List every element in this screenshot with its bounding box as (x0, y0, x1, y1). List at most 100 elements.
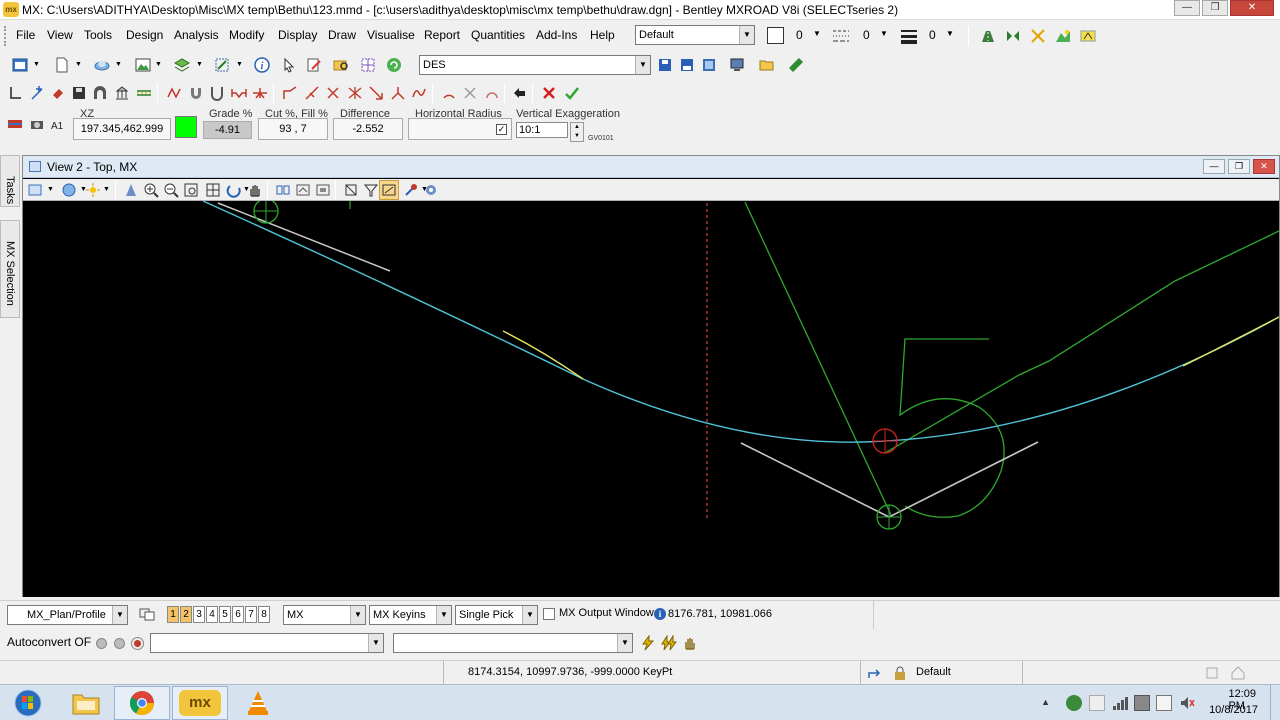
image-icon[interactable] (133, 55, 153, 75)
view-toggle-3[interactable]: 3 (193, 606, 205, 623)
menu-modify[interactable]: Modify (229, 28, 264, 42)
flip-icon[interactable] (1003, 26, 1023, 46)
lighting-icon[interactable] (83, 180, 103, 200)
arc-icon[interactable] (439, 83, 459, 103)
view-toggle-2[interactable]: 2 (180, 606, 192, 623)
view-toggle-7[interactable]: 7 (245, 606, 257, 623)
fit-view-icon[interactable] (203, 180, 223, 200)
add-point-icon[interactable] (27, 83, 47, 103)
magnet-icon[interactable] (186, 83, 206, 103)
chain-icon[interactable] (786, 55, 806, 75)
profile-icon[interactable] (229, 83, 249, 103)
globe-icon[interactable] (92, 55, 112, 75)
undo-icon[interactable] (510, 83, 530, 103)
mx-keyins-combo[interactable]: MX Keyins ▼ (369, 605, 452, 625)
layers-icon[interactable] (172, 55, 192, 75)
menu-file[interactable]: File (16, 28, 35, 42)
u-shape-icon[interactable] (207, 83, 227, 103)
search-folder-icon[interactable] (331, 55, 351, 75)
rotate-view-icon[interactable] (224, 180, 244, 200)
arrow-tool-icon[interactable] (302, 83, 322, 103)
task-combo[interactable]: MX_Plan/Profile ▼ (7, 605, 128, 625)
keyin-combo[interactable]: ▼ (150, 633, 384, 653)
battery-icon[interactable] (1134, 695, 1150, 711)
lock-icon[interactable] (890, 663, 910, 683)
color-swatch[interactable] (767, 27, 784, 44)
chevron-down-icon[interactable]: ▼ (47, 186, 54, 193)
gray-status-icon[interactable] (114, 638, 125, 649)
menu-help[interactable]: Help (590, 28, 615, 42)
chrome-icon[interactable] (114, 686, 170, 720)
line-style-icon[interactable] (832, 28, 850, 44)
line-weight-dropdown-icon[interactable]: ▼ (946, 29, 954, 38)
text-style-icon[interactable]: A1 (48, 114, 68, 134)
eraser-icon[interactable] (48, 83, 68, 103)
mx-selection-tab[interactable]: MX Selection (0, 220, 20, 318)
pan-hand-icon[interactable] (245, 180, 265, 200)
view-toggle-6[interactable]: 6 (232, 606, 244, 623)
toggle-view-icon[interactable] (379, 180, 399, 200)
chevron-down-icon[interactable]: ▼ (75, 61, 82, 68)
model-icon[interactable] (699, 55, 719, 75)
save-icon[interactable] (69, 83, 89, 103)
filter-icon[interactable] (361, 180, 381, 200)
menu-display[interactable]: Display (278, 28, 317, 42)
chevron-down-icon[interactable]: ▼ (115, 61, 122, 68)
chevron-down-icon[interactable]: ▼ (33, 61, 40, 68)
chevron-down-icon[interactable]: ▼ (236, 61, 243, 68)
sparkle-icon[interactable] (1028, 26, 1048, 46)
view-attributes-icon[interactable] (25, 180, 45, 200)
pointer-icon[interactable] (279, 55, 299, 75)
building-icon[interactable] (112, 83, 132, 103)
network-icon[interactable] (1066, 695, 1082, 711)
output-window-checkbox[interactable] (543, 608, 555, 620)
save-all-icon[interactable] (677, 55, 697, 75)
view-toggle-8[interactable]: 8 (258, 606, 270, 623)
menu-tools[interactable]: Tools (84, 28, 112, 42)
accept-icon[interactable] (562, 83, 582, 103)
view-close-button[interactable]: ✕ (1253, 159, 1275, 174)
menu-quantities[interactable]: Quantities (471, 28, 525, 42)
info-icon[interactable]: i (252, 55, 272, 75)
update-view-icon[interactable] (121, 180, 141, 200)
save-design-icon[interactable] (655, 55, 675, 75)
tray-expand-icon[interactable]: ▲ (1041, 697, 1050, 707)
menu-analysis[interactable]: Analysis (174, 28, 219, 42)
snap-mode-icon[interactable] (864, 663, 884, 683)
wave-icon[interactable] (409, 83, 429, 103)
menu-visualise[interactable]: Visualise (367, 28, 415, 42)
flag-icon[interactable] (1089, 695, 1105, 711)
line-style-dropdown-icon[interactable]: ▼ (880, 29, 888, 38)
refresh-icon[interactable] (384, 55, 404, 75)
menu-report[interactable]: Report (424, 28, 460, 42)
arch-icon[interactable] (90, 83, 110, 103)
corner-icon[interactable] (5, 83, 25, 103)
cross-gray-icon[interactable] (460, 83, 480, 103)
chevron-down-icon[interactable]: ▼ (103, 186, 110, 193)
views-icon[interactable] (137, 604, 157, 624)
zoom-out-icon[interactable] (161, 180, 181, 200)
home-icon[interactable] (1228, 663, 1248, 683)
chevron-down-icon[interactable]: ▼ (196, 61, 203, 68)
clip-volume-icon[interactable] (341, 180, 361, 200)
document-icon[interactable] (52, 55, 72, 75)
window-area-icon[interactable] (181, 180, 201, 200)
new-window-icon[interactable] (10, 55, 30, 75)
zoom-in-icon[interactable] (141, 180, 161, 200)
view-toggle-1[interactable]: 1 (167, 606, 179, 623)
edit-icon[interactable] (304, 55, 324, 75)
command-combo[interactable]: ▼ (393, 633, 633, 653)
fork-icon[interactable] (388, 83, 408, 103)
level-combo[interactable]: Default ▼ (635, 25, 755, 45)
file-explorer-icon[interactable] (58, 686, 114, 720)
palette-icon[interactable] (5, 114, 25, 134)
mx-icon[interactable]: mx (172, 686, 228, 720)
road-view-icon[interactable] (978, 26, 998, 46)
terrain-icon[interactable] (1053, 26, 1073, 46)
minimize-button[interactable]: — (1174, 0, 1200, 16)
intersection-icon[interactable] (250, 83, 270, 103)
show-desktop-button[interactable] (1270, 685, 1280, 720)
spinner-icon[interactable]: ▲ ▼ (570, 122, 584, 142)
mx-combo[interactable]: MX ▼ (283, 605, 366, 625)
drawing-canvas[interactable] (23, 198, 1280, 597)
